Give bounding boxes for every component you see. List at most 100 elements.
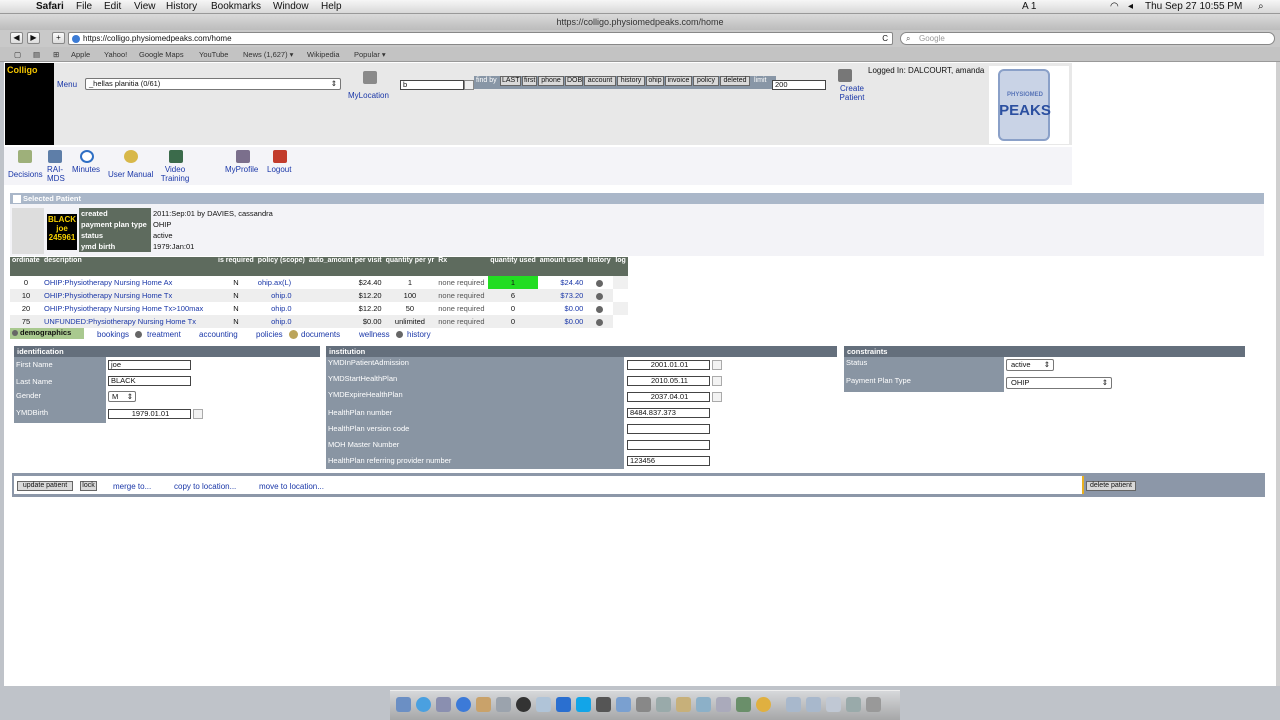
topsites-icon[interactable]: ⊞ (53, 50, 59, 59)
forward-button[interactable]: ▶ (27, 32, 40, 44)
find-history-button[interactable]: history (617, 76, 645, 86)
cell-description[interactable]: OHIP:Physiotherapy Nursing Home Ax (42, 276, 216, 289)
menu-help[interactable]: Help (321, 1, 342, 12)
menu-bookmarks[interactable]: Bookmarks (211, 1, 261, 12)
camera-icon[interactable] (516, 697, 531, 712)
calendar-icon[interactable] (712, 360, 722, 370)
cell-description[interactable]: OHIP:Physiotherapy Nursing Home Tx>100ma… (42, 302, 216, 315)
tab-policies[interactable]: policies (256, 330, 283, 339)
cell-log[interactable] (613, 315, 628, 328)
volume-icon[interactable]: ◂ (1128, 1, 1133, 12)
photos-icon[interactable] (476, 697, 491, 712)
history-dot-icon[interactable] (595, 305, 603, 313)
tab-treatment[interactable]: treatment (147, 330, 181, 339)
preview-icon[interactable] (496, 697, 511, 712)
cell-amount-used[interactable]: $0.00 (538, 302, 586, 315)
find-last-button[interactable]: LAST (500, 76, 521, 86)
create-patient-link[interactable]: Create Patient (832, 84, 872, 102)
status-select[interactable]: active ⇕ (1006, 359, 1054, 371)
network-icon[interactable] (616, 697, 631, 712)
table-row[interactable]: 20 OHIP:Physiotherapy Nursing Home Tx>10… (10, 302, 628, 315)
health-plan-version-field[interactable] (627, 424, 710, 434)
menu-link[interactable]: Menu (57, 80, 77, 89)
table-row[interactable]: 10 OHIP:Physiotherapy Nursing Home Tx N … (10, 289, 628, 302)
nav-user-manual[interactable]: User Manual (108, 170, 153, 179)
cell-description[interactable]: OHIP:Physiotherapy Nursing Home Tx (42, 289, 216, 302)
menubar-clock[interactable]: Thu Sep 27 10:55 PM (1145, 1, 1242, 12)
find-input[interactable]: b (400, 80, 464, 90)
history-dot-icon[interactable] (595, 318, 603, 326)
admission-field[interactable]: 2001.01.01 (627, 360, 710, 370)
calendar-icon[interactable] (712, 392, 722, 402)
menu-history[interactable]: History (166, 1, 197, 12)
expire-health-plan-field[interactable]: 2037.04.01 (627, 392, 710, 402)
menu-edit[interactable]: Edit (104, 1, 121, 12)
screen-capture-icon[interactable] (596, 697, 611, 712)
app-icon[interactable] (736, 697, 751, 712)
menu-app[interactable]: Safari (36, 1, 64, 12)
bookmark-wikipedia[interactable]: Wikipedia (307, 50, 340, 59)
utility-icon[interactable] (656, 697, 671, 712)
find-phone-button[interactable]: phone (538, 76, 564, 86)
tab-accounting[interactable]: accounting (199, 330, 238, 339)
payment-plan-select[interactable]: OHIP ⇕ (1006, 377, 1112, 389)
folder-icon[interactable] (786, 697, 801, 712)
nav-decisions[interactable]: Decisions (8, 170, 43, 179)
spotlight-icon[interactable]: ⌕ (1258, 1, 1264, 12)
find-invoice-button[interactable]: invoice (665, 76, 692, 86)
bookmark-popular[interactable]: Popular ▾ (354, 50, 386, 59)
last-name-field[interactable]: BLACK (108, 376, 191, 386)
add-bookmark-button[interactable]: + (52, 32, 65, 44)
cell-log[interactable] (613, 302, 628, 315)
safari-icon[interactable] (416, 697, 431, 712)
moh-master-field[interactable] (627, 440, 710, 450)
trash-icon[interactable] (866, 697, 881, 712)
appstore-icon[interactable] (456, 697, 471, 712)
find-deleted-button[interactable]: deleted (720, 76, 750, 86)
mylocation-link[interactable]: MyLocation (348, 91, 389, 100)
collapse-icon[interactable] (13, 195, 21, 204)
limit-input[interactable]: 200 (772, 80, 826, 90)
person-icon[interactable] (236, 150, 250, 163)
bookmark-yahoo[interactable]: Yahoo! (104, 50, 127, 59)
decisions-icon[interactable] (18, 150, 32, 163)
tab-wellness[interactable]: wellness (359, 330, 390, 339)
update-patient-button[interactable]: update patient (17, 481, 73, 491)
vertical-scrollbar[interactable] (1276, 62, 1280, 686)
app-icon[interactable] (756, 697, 771, 712)
find-ohip-button[interactable]: ohip (646, 76, 664, 86)
finder-icon[interactable] (396, 697, 411, 712)
menu-file[interactable]: File (76, 1, 92, 12)
delete-patient-button[interactable]: delete patient (1086, 481, 1136, 491)
move-to-location-link[interactable]: move to location... (259, 482, 324, 491)
location-select[interactable]: _hellas planitia (0/61) ⇕ (85, 78, 341, 90)
referring-provider-field[interactable]: 123456 (627, 456, 710, 466)
tab-demographics[interactable]: demographics (10, 328, 84, 339)
table-row[interactable]: 0 OHIP:Physiotherapy Nursing Home Ax N o… (10, 276, 628, 289)
system-preferences-icon[interactable] (536, 697, 551, 712)
cell-policy[interactable]: ohip.0 (256, 302, 307, 315)
cell-amount-used[interactable]: $24.40 (538, 276, 586, 289)
gender-select[interactable]: M ⇕ (108, 391, 136, 402)
tab-bookings[interactable]: bookings (97, 330, 129, 339)
nav-myprofile[interactable]: MyProfile (225, 165, 258, 174)
wifi-icon[interactable]: ◠ (1110, 1, 1119, 12)
cell-description[interactable]: UNFUNDED:Physiotherapy Nursing Home Tx (42, 315, 216, 328)
back-button[interactable]: ◀ (10, 32, 23, 44)
find-policy-button[interactable]: policy (693, 76, 719, 86)
cell-log[interactable] (613, 289, 628, 302)
app-icon[interactable] (716, 697, 731, 712)
merge-to-link[interactable]: merge to... (113, 482, 151, 491)
menu-view[interactable]: View (134, 1, 156, 12)
copy-to-location-link[interactable]: copy to location... (174, 482, 236, 491)
cell-policy[interactable]: ohip.0 (256, 315, 307, 328)
calendar-icon[interactable] (712, 376, 722, 386)
tab-history[interactable]: history (407, 330, 431, 339)
logout-icon[interactable] (273, 150, 287, 163)
patient-badge[interactable]: BLACK joe 245961 (47, 214, 77, 250)
health-plan-number-field[interactable]: 8484.837.373 (627, 408, 710, 418)
find-first-button[interactable]: first (522, 76, 537, 86)
nav-video-training[interactable]: Video Training (160, 165, 190, 183)
menubar-status[interactable]: A 1 (1022, 1, 1036, 12)
start-health-plan-field[interactable]: 2010.05.11 (627, 376, 710, 386)
